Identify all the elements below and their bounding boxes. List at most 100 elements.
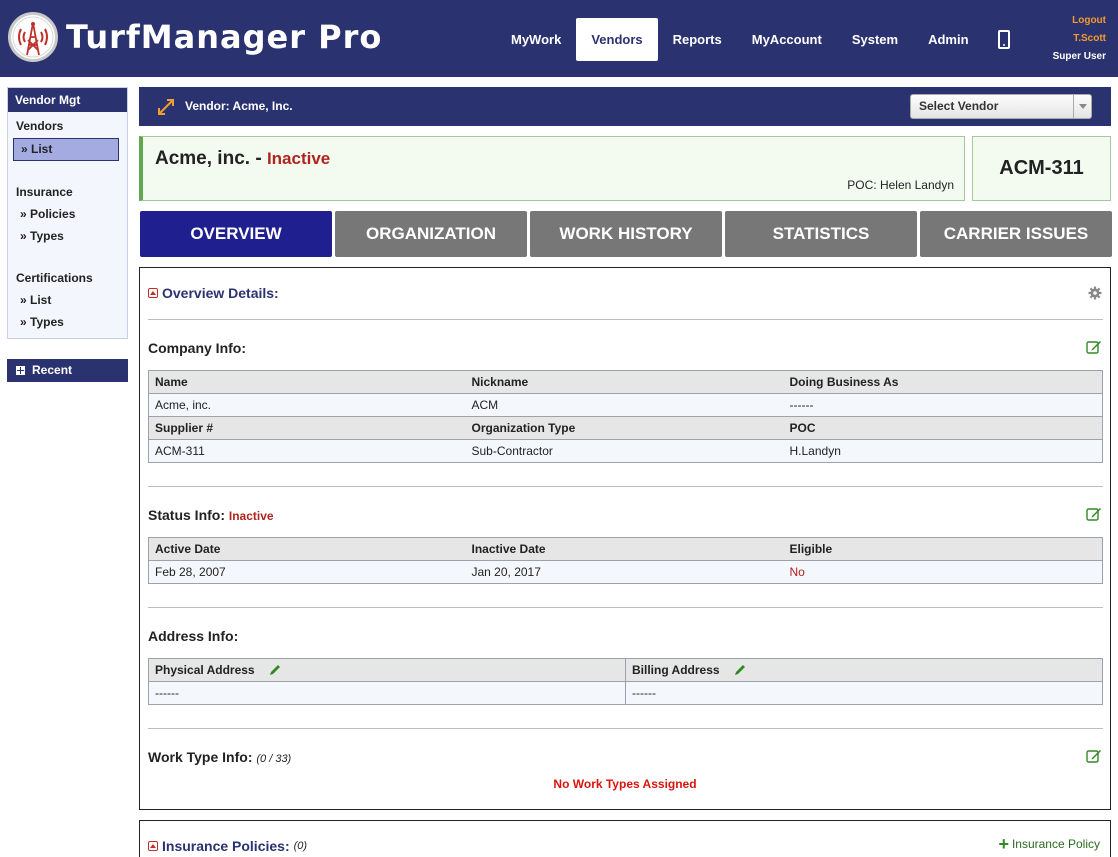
select-vendor-label: Select Vendor xyxy=(919,99,999,113)
expand-arrows-icon[interactable] xyxy=(157,98,175,116)
username-link[interactable]: T.Scott xyxy=(1053,30,1106,48)
vendor-id-badge: ACM-311 xyxy=(972,136,1111,201)
collapse-icon xyxy=(148,288,158,298)
insurance-count: (0) xyxy=(293,840,308,852)
add-insurance-label: Insurance Policy xyxy=(1011,837,1100,851)
add-insurance-policy-button[interactable]: + Insurance Policy xyxy=(998,834,1100,854)
cell-supplier: ACM-311 xyxy=(148,439,466,463)
header-name: Name xyxy=(148,370,466,394)
pencil-icon[interactable] xyxy=(268,663,282,677)
vendor-poc: POC: Helen Landyn xyxy=(847,178,954,192)
divider xyxy=(148,728,1103,729)
cell-eligible: No xyxy=(783,560,1103,584)
vendor-bar-title: Vendor: Acme, Inc. xyxy=(185,99,293,113)
divider xyxy=(148,486,1103,487)
recent-toggle[interactable]: Recent xyxy=(7,359,128,382)
logo[interactable]: TurfManager Pro xyxy=(8,12,382,62)
table-row: ACM-311 Sub-Contractor H.Landyn xyxy=(148,439,1103,463)
edit-status-icon[interactable] xyxy=(1086,507,1102,521)
nav-admin[interactable]: Admin xyxy=(913,18,983,61)
gear-icon[interactable] xyxy=(1088,286,1102,300)
expand-plus-icon xyxy=(16,366,25,375)
address-info-title: Address Info: xyxy=(148,628,239,644)
vendor-name: Acme, inc. - Inactive xyxy=(155,148,330,170)
header-physical-address: Physical Address xyxy=(148,658,626,682)
sidebar-group-certifications: Certifications xyxy=(16,271,93,285)
divider xyxy=(148,319,1103,320)
header-nickname: Nickname xyxy=(465,370,784,394)
address-info-table: Physical Address Billing Address ------ … xyxy=(148,658,1103,705)
tab-organization[interactable]: ORGANIZATION xyxy=(335,211,527,257)
nav-myaccount[interactable]: MyAccount xyxy=(737,18,837,61)
user-role: Super User xyxy=(1052,51,1106,62)
pencil-icon[interactable] xyxy=(733,663,747,677)
table-header-row: Name Nickname Doing Business As xyxy=(148,370,1103,394)
vendor-card: Acme, inc. - Inactive POC: Helen Landyn xyxy=(139,136,965,201)
tab-bar: OVERVIEW ORGANIZATION WORK HISTORY STATI… xyxy=(140,211,1112,257)
cell-name: Acme, inc. xyxy=(148,393,466,417)
physical-address-label: Physical Address xyxy=(155,662,255,677)
table-row: Acme, inc. ACM ------ xyxy=(148,393,1103,417)
sidebar-item-cert-list[interactable]: » List xyxy=(20,293,51,307)
overview-header[interactable]: Overview Details: xyxy=(148,285,279,301)
tower-logo-icon xyxy=(8,12,58,62)
work-type-count: (0 / 33) xyxy=(256,753,292,765)
tab-statistics[interactable]: STATISTICS xyxy=(725,211,917,257)
nav-reports[interactable]: Reports xyxy=(658,18,737,61)
sidebar-group-insurance: Insurance xyxy=(16,185,73,199)
insurance-header[interactable]: Insurance Policies: (0) xyxy=(148,838,307,854)
logout-link[interactable]: Logout xyxy=(1053,12,1106,30)
main-nav: MyWork Vendors Reports MyAccount System … xyxy=(496,18,1010,61)
header-inactive-date: Inactive Date xyxy=(465,537,784,561)
table-header-row: Physical Address Billing Address xyxy=(148,658,1103,682)
tab-work-history[interactable]: WORK HISTORY xyxy=(530,211,722,257)
status-info-table: Active Date Inactive Date Eligible Feb 2… xyxy=(148,537,1103,584)
sidebar-group-vendors: Vendors xyxy=(16,119,64,133)
no-work-types-message: No Work Types Assigned xyxy=(553,777,697,791)
sidebar-item-insurance-types[interactable]: » Types xyxy=(20,229,64,243)
nav-vendors[interactable]: Vendors xyxy=(576,18,658,61)
table-header-row: Active Date Inactive Date Eligible xyxy=(148,537,1103,561)
edit-work-type-icon[interactable] xyxy=(1086,749,1102,763)
header-dba: Doing Business As xyxy=(783,370,1103,394)
cell-dba: ------ xyxy=(783,393,1103,417)
status-info-title: Status Info: Inactive xyxy=(148,507,274,523)
tab-overview[interactable]: OVERVIEW xyxy=(140,211,332,257)
cell-poc: H.Landyn xyxy=(783,439,1103,463)
cell-nickname: ACM xyxy=(465,393,784,417)
tab-carrier-issues[interactable]: CARRIER ISSUES xyxy=(920,211,1112,257)
work-type-info-title: Work Type Info: (0 / 33) xyxy=(148,749,291,765)
edit-company-icon[interactable] xyxy=(1086,340,1102,354)
table-row: ------ ------ xyxy=(148,681,1103,705)
recent-label: Recent xyxy=(32,363,73,377)
overview-title: Overview Details: xyxy=(162,285,279,301)
sidebar-item-vendor-list[interactable]: » List xyxy=(13,138,119,161)
cell-billing-address: ------ xyxy=(625,681,1103,705)
billing-address-label: Billing Address xyxy=(632,662,720,677)
plus-icon: + xyxy=(998,834,1009,854)
top-header: TurfManager Pro MyWork Vendors Reports M… xyxy=(0,0,1118,77)
divider xyxy=(148,607,1103,608)
header-org-type: Organization Type xyxy=(465,416,784,440)
insurance-panel: Insurance Policies: (0) + Insurance Poli… xyxy=(139,820,1111,857)
table-row: Feb 28, 2007 Jan 20, 2017 No xyxy=(148,560,1103,584)
mobile-phone-icon[interactable] xyxy=(997,30,1010,49)
select-vendor-dropdown[interactable]: Select Vendor xyxy=(910,94,1092,119)
sidebar: Vendor Mgt Vendors » List Insurance » Po… xyxy=(7,87,128,339)
work-type-label: Work Type Info: xyxy=(148,749,253,765)
sidebar-item-policies[interactable]: » Policies xyxy=(20,207,75,221)
company-info-table: Name Nickname Doing Business As Acme, in… xyxy=(148,370,1103,463)
cell-physical-address: ------ xyxy=(148,681,626,705)
status-info-value: Inactive xyxy=(228,509,274,523)
cell-inactive-date: Jan 20, 2017 xyxy=(465,560,784,584)
logo-text: TurfManager Pro xyxy=(66,18,383,56)
header-poc: POC xyxy=(783,416,1103,440)
sidebar-item-cert-types[interactable]: » Types xyxy=(20,315,64,329)
header-eligible: Eligible xyxy=(783,537,1103,561)
vendor-name-text: Acme, inc. - xyxy=(155,148,262,169)
nav-mywork[interactable]: MyWork xyxy=(496,18,576,61)
vendor-bar: Vendor: Acme, Inc. Select Vendor xyxy=(139,87,1111,126)
header-billing-address: Billing Address xyxy=(625,658,1103,682)
cell-active-date: Feb 28, 2007 xyxy=(148,560,466,584)
nav-system[interactable]: System xyxy=(837,18,913,61)
